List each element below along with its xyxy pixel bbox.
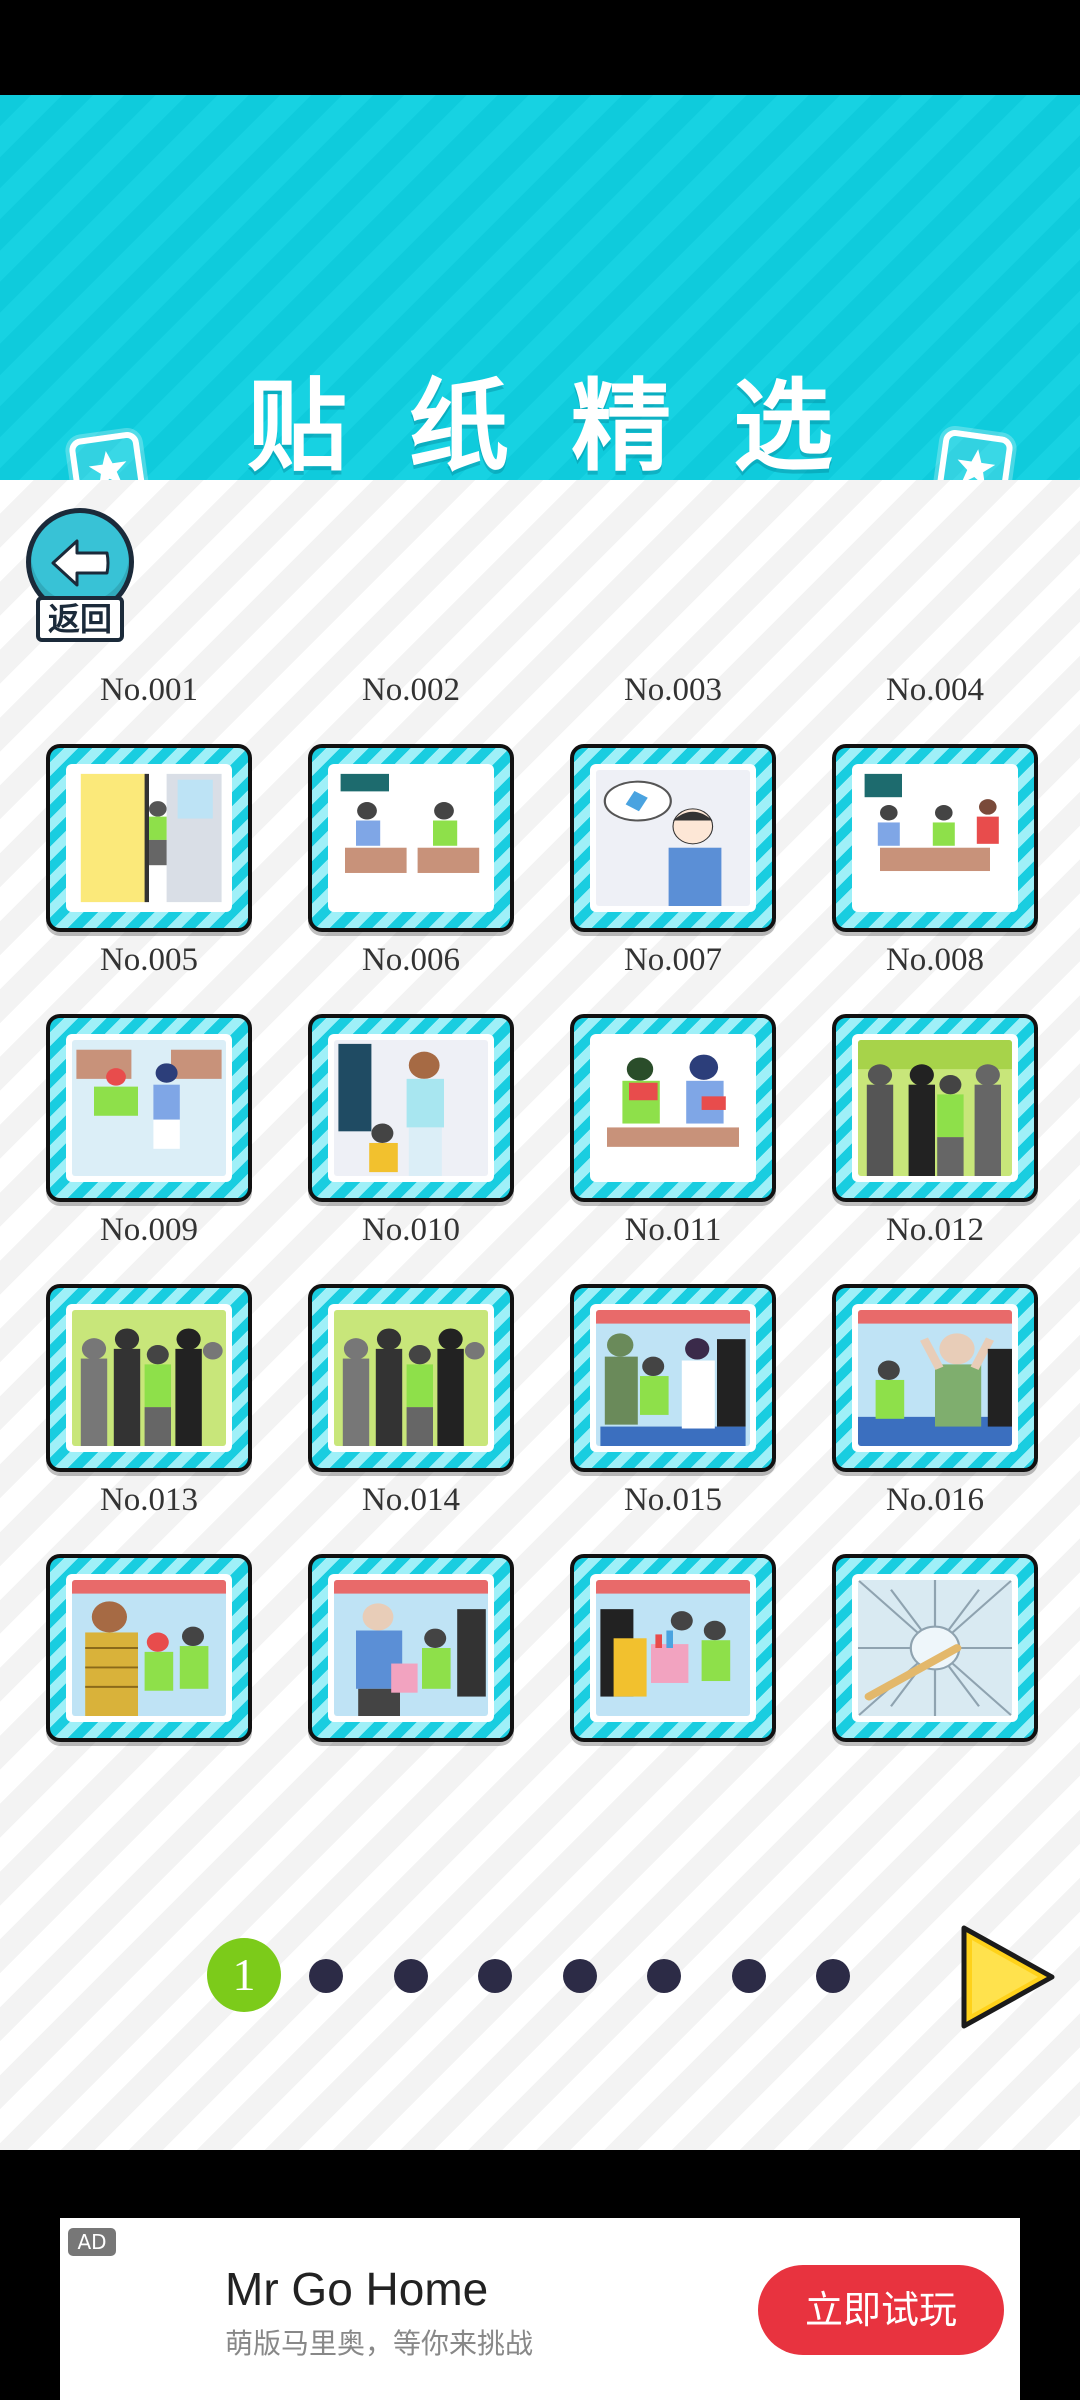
- sticker-number-label: No.007: [623, 942, 723, 978]
- sticker-frame[interactable]: [570, 744, 776, 932]
- play-arrow-icon: [961, 1925, 1055, 2029]
- sticker-item[interactable]: No.015: [570, 1482, 776, 1742]
- page-title: 贴纸精选: [247, 368, 895, 485]
- sticker-number-label: No.015: [623, 1482, 723, 1518]
- sticker-frame[interactable]: [570, 1554, 776, 1742]
- page-dot[interactable]: [309, 1959, 343, 1993]
- sticker-illustration: [72, 1040, 226, 1176]
- page-dot[interactable]: [562, 1959, 597, 1993]
- sticker-illustration: [858, 1310, 1012, 1446]
- sticker-number-label: No.001: [99, 672, 199, 708]
- sticker-frame[interactable]: [832, 744, 1038, 932]
- sticker-illustration: [596, 1310, 750, 1446]
- sticker-number-label: No.009: [99, 1212, 199, 1248]
- sticker-item[interactable]: No.011: [570, 1212, 776, 1472]
- sticker-illustration: [72, 1580, 226, 1716]
- sticker-number-label: No.012: [885, 1212, 985, 1248]
- sticker-frame[interactable]: [832, 1014, 1038, 1202]
- sticker-number-label: No.006: [361, 942, 461, 978]
- page-indicator-active[interactable]: 1: [207, 1938, 281, 2012]
- sticker-illustration: [858, 770, 1012, 906]
- ad-tag: AD: [68, 2228, 116, 2256]
- sticker-number-label: No.003: [623, 672, 723, 708]
- sticker-item[interactable]: No.003: [570, 672, 776, 932]
- sticker-item[interactable]: No.006: [308, 942, 514, 1202]
- sticker-frame[interactable]: [308, 1554, 514, 1742]
- page-dot[interactable]: [816, 1959, 850, 1993]
- sticker-frame[interactable]: [570, 1284, 776, 1472]
- header-banner: zz 贴纸精选: [0, 95, 1080, 565]
- ad-subtitle: 萌版马里奥，等你来挑战: [225, 2327, 534, 2360]
- page-dot[interactable]: [478, 1959, 512, 1993]
- sticker-item[interactable]: No.008: [832, 942, 1038, 1202]
- sticker-number-label: No.013: [99, 1482, 199, 1518]
- sticker-illustration: [334, 1040, 488, 1176]
- sticker-frame[interactable]: [46, 1014, 252, 1202]
- sticker-item[interactable]: No.007: [570, 942, 776, 1202]
- back-button[interactable]: 返回: [26, 508, 138, 643]
- ad-cta-button[interactable]: 立即试玩: [758, 2265, 1004, 2355]
- sticker-illustration: [334, 770, 488, 906]
- sticker-item[interactable]: No.001: [46, 672, 252, 932]
- sticker-illustration: [596, 1040, 750, 1176]
- sticker-illustration: [72, 1310, 226, 1446]
- sticker-illustration: [858, 1040, 1012, 1176]
- sticker-illustration: [596, 1580, 750, 1716]
- sticker-illustration: [596, 770, 750, 906]
- sticker-frame[interactable]: [46, 744, 252, 932]
- sticker-number-label: No.004: [885, 672, 985, 708]
- sticker-item[interactable]: No.002: [308, 672, 514, 932]
- status-bar: [0, 0, 1080, 95]
- sticker-number-label: No.008: [885, 942, 985, 978]
- sticker-illustration: [334, 1310, 488, 1446]
- sticker-frame[interactable]: [832, 1284, 1038, 1472]
- sticker-item[interactable]: No.009: [46, 1212, 252, 1472]
- sticker-item[interactable]: No.016: [832, 1482, 1038, 1742]
- ad-title: Mr Go Home: [225, 2263, 489, 2315]
- sticker-number-label: No.002: [361, 672, 461, 708]
- sticker-number-label: No.010: [361, 1212, 461, 1248]
- page-dot[interactable]: [647, 1959, 681, 1993]
- sticker-item[interactable]: No.010: [308, 1212, 514, 1472]
- sticker-illustration: [334, 1580, 488, 1716]
- page-dot[interactable]: [731, 1959, 766, 1993]
- sticker-frame[interactable]: [46, 1554, 252, 1742]
- sticker-item[interactable]: No.004: [832, 672, 1038, 932]
- back-label: 返回: [36, 596, 124, 642]
- sticker-number-label: No.011: [624, 1212, 722, 1248]
- sticker-item[interactable]: No.014: [308, 1482, 514, 1742]
- sticker-frame[interactable]: [570, 1014, 776, 1202]
- sticker-frame[interactable]: [308, 744, 514, 932]
- sticker-frame[interactable]: [308, 1284, 514, 1472]
- sticker-item[interactable]: No.012: [832, 1212, 1038, 1472]
- sticker-item[interactable]: No.013: [46, 1482, 252, 1742]
- sticker-illustration: [72, 770, 226, 906]
- ad-banner[interactable]: AD Mr Go Home 萌版马里奥，等你来挑战 立即试玩: [60, 2218, 1020, 2400]
- sticker-number-label: No.005: [99, 942, 199, 978]
- sticker-item[interactable]: No.005: [46, 942, 252, 1202]
- page-dot[interactable]: [393, 1959, 428, 1993]
- next-page-button[interactable]: [958, 1922, 1058, 2032]
- sticker-number-label: No.016: [885, 1482, 985, 1518]
- pager: 1: [0, 1935, 1080, 2015]
- sticker-frame[interactable]: [46, 1284, 252, 1472]
- sticker-number-label: No.014: [361, 1482, 461, 1518]
- sticker-frame[interactable]: [308, 1014, 514, 1202]
- sticker-illustration: [858, 1580, 1012, 1716]
- sticker-frame[interactable]: [832, 1554, 1038, 1742]
